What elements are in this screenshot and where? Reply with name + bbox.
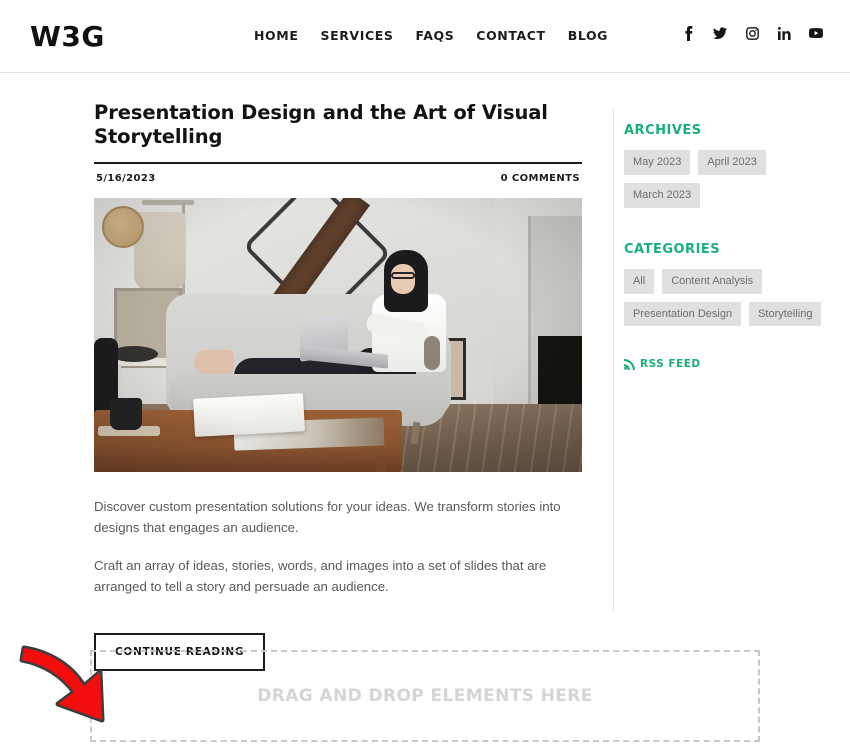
post-date: 5/16/2023	[96, 172, 156, 184]
post-paragraph-2: Craft an array of ideas, stories, words,…	[94, 557, 547, 594]
main-navigation: HOME SERVICES FAQS CONTACT BLOG	[254, 28, 608, 43]
archive-tag-april-2023[interactable]: April 2023	[698, 150, 766, 175]
drag-drop-label: DRAG AND DROP ELEMENTS HERE	[257, 686, 593, 706]
category-tag-presentation-design[interactable]: Presentation Design	[624, 301, 742, 327]
content-area: Presentation Design and the Art of Visua…	[0, 73, 850, 672]
twitter-icon[interactable]	[713, 26, 727, 41]
category-tag-all[interactable]: All	[624, 268, 655, 294]
social-links	[681, 26, 823, 41]
page-title: Presentation Design and the Art of Visua…	[94, 101, 548, 149]
drag-drop-zone[interactable]: DRAG AND DROP ELEMENTS HERE	[90, 650, 760, 742]
archives-section: ARCHIVES May 2023 April 2023 March 2023	[624, 123, 824, 208]
archive-tag-march-2023[interactable]: March 2023	[624, 182, 701, 208]
nav-item-blog[interactable]: BLOG	[568, 28, 608, 43]
post-meta: 5/16/2023 0 COMMENTS	[94, 164, 582, 184]
nav-item-contact[interactable]: CONTACT	[476, 28, 545, 43]
rss-feed-label: RSS FEED	[640, 358, 701, 371]
categories-heading: CATEGORIES	[624, 241, 721, 257]
category-tag-storytelling[interactable]: Storytelling	[749, 301, 822, 327]
archive-tag-may-2023[interactable]: May 2023	[624, 150, 691, 175]
instagram-icon[interactable]	[745, 26, 759, 41]
nav-item-services[interactable]: SERVICES	[320, 28, 393, 43]
archives-heading: ARCHIVES	[624, 123, 702, 138]
site-logo[interactable]: W3G	[30, 20, 105, 53]
archives-list: May 2023 April 2023 March 2023	[624, 150, 824, 208]
categories-section: CATEGORIES All Content Analysis Presenta…	[624, 242, 824, 327]
facebook-icon[interactable]	[681, 26, 695, 41]
nav-item-faqs[interactable]: FAQS	[415, 28, 454, 43]
sidebar: ARCHIVES May 2023 April 2023 March 2023 …	[624, 123, 824, 370]
page-root: W3G HOME SERVICES FAQS CONTACT BLOG Pres…	[0, 0, 850, 750]
post-paragraph-1: Discover custom presentation solutions f…	[94, 498, 561, 536]
category-tag-content-analysis[interactable]: Content Analysis	[662, 268, 763, 294]
site-header: W3G HOME SERVICES FAQS CONTACT BLOG	[0, 0, 850, 73]
column-divider	[613, 109, 614, 611]
rss-icon	[624, 358, 635, 370]
blog-post: Presentation Design and the Art of Visua…	[94, 101, 582, 672]
rss-feed-link[interactable]: RSS FEED	[624, 358, 824, 370]
post-comments-count[interactable]: 0 COMMENTS	[501, 173, 580, 184]
nav-item-home[interactable]: HOME	[254, 28, 298, 43]
post-featured-image	[94, 197, 582, 472]
youtube-icon[interactable]	[809, 26, 823, 41]
categories-list: All Content Analysis Presentation Design…	[624, 268, 824, 327]
post-body: Discover custom presentation solutions f…	[94, 496, 582, 598]
linkedin-icon[interactable]	[777, 26, 791, 41]
